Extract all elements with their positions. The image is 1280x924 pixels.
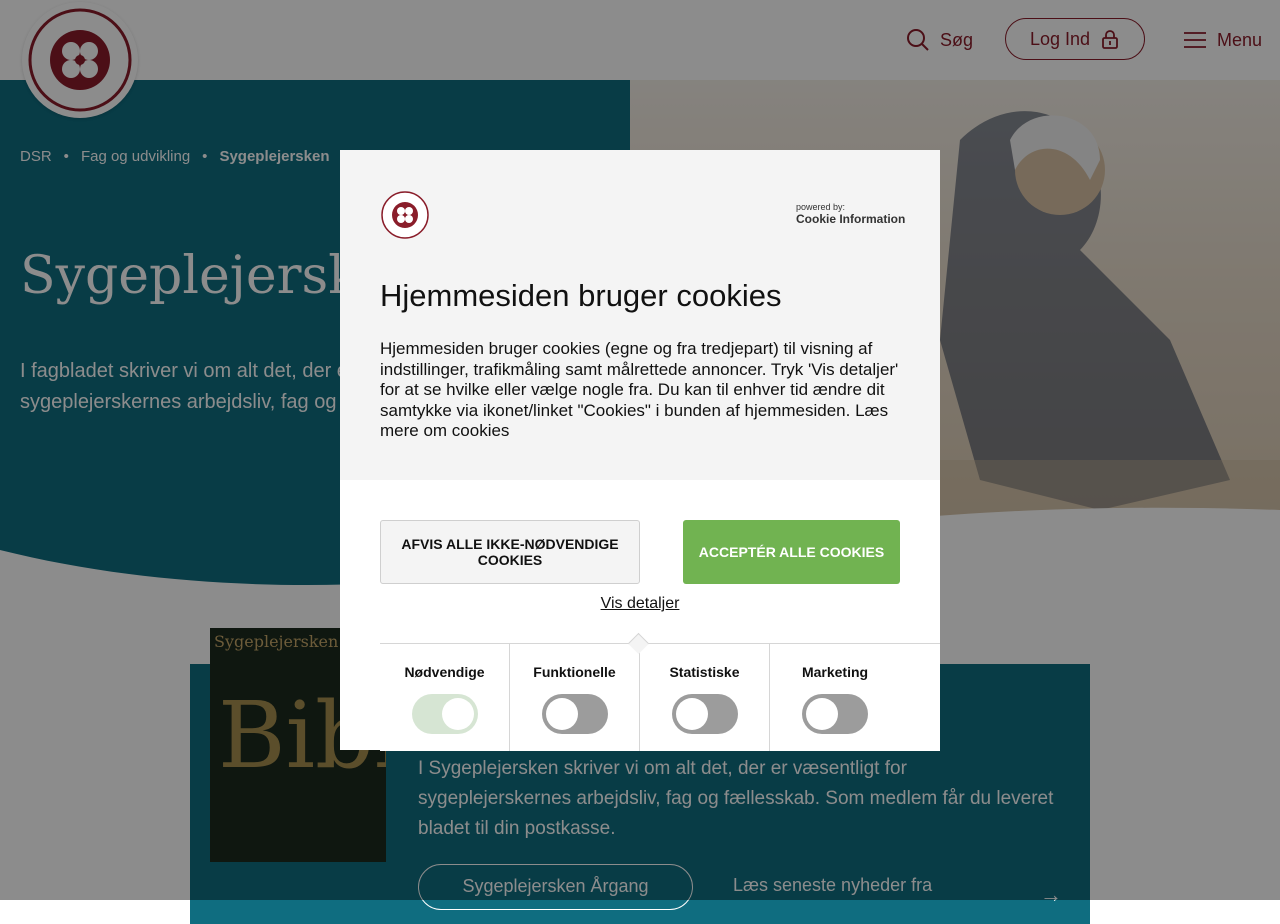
cookie-body-text: Hjemmesiden bruger cookies (egne og fra … xyxy=(380,339,899,420)
necessary-toggle xyxy=(411,694,478,734)
toggle-knob xyxy=(806,698,838,730)
cookie-dialog-body: Hjemmesiden bruger cookies (egne og fra … xyxy=(380,339,905,442)
provider-name: Cookie Information xyxy=(796,212,906,226)
category-label: Marketing xyxy=(801,664,869,680)
accept-cookies-button[interactable]: ACCEPTÉR ALLE COOKIES xyxy=(683,520,900,584)
category-functional: Funktionelle xyxy=(510,644,640,751)
dsr-logo-small-icon xyxy=(381,191,429,239)
category-label: Nødvendige xyxy=(404,664,485,680)
powered-by[interactable]: powered by: Cookie Information xyxy=(796,202,905,226)
category-statistics: Statistiske xyxy=(640,644,770,751)
toggle-knob xyxy=(675,698,708,730)
marketing-toggle[interactable] xyxy=(802,694,868,734)
cookie-consent-dialog: powered by: Cookie Information Hjemmesid… xyxy=(340,150,940,751)
show-details-link[interactable]: Vis detaljer xyxy=(340,595,940,613)
cookie-dialog-title: Hjemmesiden bruger cookies xyxy=(380,278,782,313)
category-necessary: Nødvendige xyxy=(380,644,510,751)
toggle-knob xyxy=(441,698,474,730)
cookie-categories: Nødvendige Funktionelle Statistiske Mark… xyxy=(380,643,940,751)
statistics-toggle[interactable] xyxy=(671,694,738,734)
powered-by-label: powered by: xyxy=(796,202,846,212)
functional-toggle[interactable] xyxy=(541,694,608,734)
toggle-knob xyxy=(545,698,578,730)
category-label: Statistiske xyxy=(669,664,740,680)
category-label: Funktionelle xyxy=(533,664,616,680)
reject-cookies-button[interactable]: AFVIS ALLE IKKE-NØDVENDIGE COOKIES xyxy=(380,520,640,584)
category-marketing: Marketing xyxy=(770,644,900,751)
